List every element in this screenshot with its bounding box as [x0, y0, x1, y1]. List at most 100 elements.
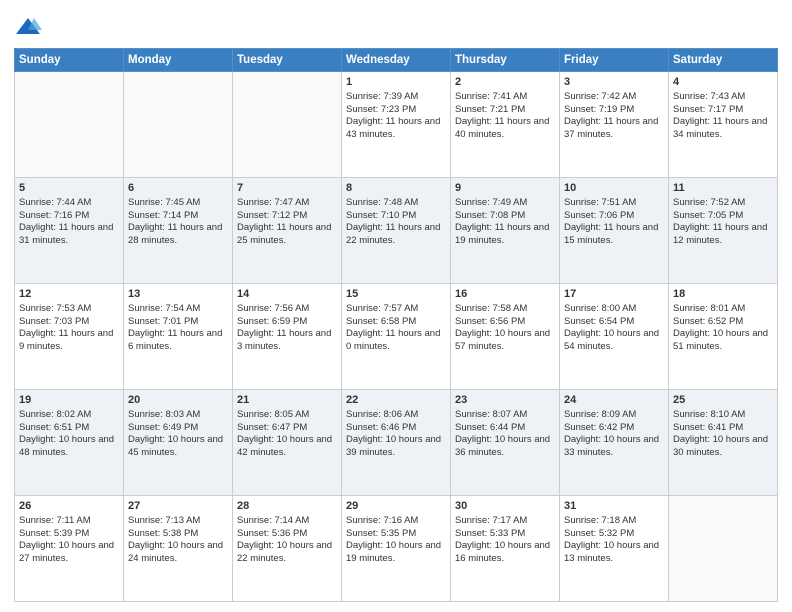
- day-number: 21: [237, 393, 337, 408]
- daylight-text: Daylight: 10 hours and 51 minutes.: [673, 328, 768, 352]
- calendar-cell: 8Sunrise: 7:48 AMSunset: 7:10 PMDaylight…: [342, 178, 451, 284]
- sunset-text: Sunset: 6:49 PM: [128, 422, 198, 433]
- sunset-text: Sunset: 7:05 PM: [673, 210, 743, 221]
- calendar-week-row: 1Sunrise: 7:39 AMSunset: 7:23 PMDaylight…: [15, 72, 778, 178]
- calendar-cell: 18Sunrise: 8:01 AM Sunset: 6:52 PMDayligh…: [669, 284, 778, 390]
- calendar-cell: [124, 72, 233, 178]
- calendar-cell: 9Sunrise: 7:49 AMSunset: 7:08 PMDaylight…: [451, 178, 560, 284]
- daylight-text: Daylight: 10 hours and 39 minutes.: [346, 434, 441, 458]
- day-number: 8: [346, 181, 446, 196]
- daylight-text: Daylight: 11 hours and 0 minutes.: [346, 328, 440, 352]
- day-number: 16: [455, 287, 555, 302]
- sunset-text: Sunset: 6:41 PM: [673, 422, 743, 433]
- daylight-text: Daylight: 10 hours and 45 minutes.: [128, 434, 223, 458]
- calendar-cell: [233, 72, 342, 178]
- sunset-text: Sunset: 5:38 PM: [128, 528, 198, 539]
- calendar-cell: 28Sunrise: 7:14 AMSunset: 5:36 PMDayligh…: [233, 496, 342, 602]
- day-number: 10: [564, 181, 664, 196]
- sunrise-text: Sunrise: 7:18 AM: [564, 515, 636, 526]
- daylight-text: Daylight: 10 hours and 16 minutes.: [455, 540, 550, 564]
- daylight-text: Daylight: 11 hours and 3 minutes.: [237, 328, 331, 352]
- sunset-text: Sunset: 7:16 PM: [19, 210, 89, 221]
- day-number: 19: [19, 393, 119, 408]
- day-number: 7: [237, 181, 337, 196]
- sunrise-text: Sunrise: 7:17 AM: [455, 515, 527, 526]
- daylight-text: Daylight: 11 hours and 28 minutes.: [128, 222, 222, 246]
- daylight-text: Daylight: 10 hours and 30 minutes.: [673, 434, 768, 458]
- daylight-text: Daylight: 11 hours and 31 minutes.: [19, 222, 113, 246]
- daylight-text: Daylight: 10 hours and 48 minutes.: [19, 434, 114, 458]
- calendar-week-row: 26Sunrise: 7:11 AMSunset: 5:39 PMDayligh…: [15, 496, 778, 602]
- page: SundayMondayTuesdayWednesdayThursdayFrid…: [0, 0, 792, 612]
- sunset-text: Sunset: 6:51 PM: [19, 422, 89, 433]
- daylight-text: Daylight: 11 hours and 43 minutes.: [346, 116, 440, 140]
- calendar-cell: 2Sunrise: 7:41 AMSunset: 7:21 PMDaylight…: [451, 72, 560, 178]
- sunset-text: Sunset: 6:42 PM: [564, 422, 634, 433]
- day-number: 22: [346, 393, 446, 408]
- sunrise-text: Sunrise: 8:05 AM: [237, 409, 309, 420]
- calendar-cell: 22Sunrise: 8:06 AMSunset: 6:46 PMDayligh…: [342, 390, 451, 496]
- calendar-cell: 27Sunrise: 7:13 AMSunset: 5:38 PMDayligh…: [124, 496, 233, 602]
- sunset-text: Sunset: 5:35 PM: [346, 528, 416, 539]
- calendar-cell: 12Sunrise: 7:53 AMSunset: 7:03 PMDayligh…: [15, 284, 124, 390]
- sunrise-text: Sunrise: 8:02 AM: [19, 409, 91, 420]
- weekday-header: Friday: [560, 49, 669, 72]
- calendar-cell: 4Sunrise: 7:43 AMSunset: 7:17 PMDaylight…: [669, 72, 778, 178]
- day-number: 17: [564, 287, 664, 302]
- daylight-text: Daylight: 11 hours and 9 minutes.: [19, 328, 113, 352]
- daylight-text: Daylight: 11 hours and 25 minutes.: [237, 222, 331, 246]
- day-number: 18: [673, 287, 773, 302]
- calendar-cell: 19Sunrise: 8:02 AM Sunset: 6:51 PMDayligh…: [15, 390, 124, 496]
- daylight-text: Daylight: 10 hours and 27 minutes.: [19, 540, 114, 564]
- calendar-cell: 13Sunrise: 7:54 AMSunset: 7:01 PMDayligh…: [124, 284, 233, 390]
- sunset-text: Sunset: 6:44 PM: [455, 422, 525, 433]
- sunset-text: Sunset: 6:52 PM: [673, 316, 743, 327]
- calendar-cell: 14Sunrise: 7:56 AMSunset: 6:59 PMDayligh…: [233, 284, 342, 390]
- calendar-cell: 31Sunrise: 7:18 AMSunset: 5:32 PMDayligh…: [560, 496, 669, 602]
- sunrise-text: Sunrise: 7:56 AM: [237, 303, 309, 314]
- daylight-text: Daylight: 10 hours and 19 minutes.: [346, 540, 441, 564]
- sunset-text: Sunset: 7:19 PM: [564, 104, 634, 115]
- day-number: 9: [455, 181, 555, 196]
- sunrise-text: Sunrise: 7:13 AM: [128, 515, 200, 526]
- sunrise-text: Sunrise: 8:01 AM: [673, 303, 745, 314]
- daylight-text: Daylight: 10 hours and 54 minutes.: [564, 328, 659, 352]
- day-number: 29: [346, 499, 446, 514]
- sunset-text: Sunset: 6:54 PM: [564, 316, 634, 327]
- calendar-cell: 17Sunrise: 8:00 AMSunset: 6:54 PMDayligh…: [560, 284, 669, 390]
- day-number: 24: [564, 393, 664, 408]
- logo: [14, 14, 45, 42]
- sunrise-text: Sunrise: 7:45 AM: [128, 197, 200, 208]
- daylight-text: Daylight: 11 hours and 34 minutes.: [673, 116, 767, 140]
- sunrise-text: Sunrise: 7:54 AM: [128, 303, 200, 314]
- day-number: 23: [455, 393, 555, 408]
- sunrise-text: Sunrise: 7:41 AM: [455, 91, 527, 102]
- calendar-cell: 25Sunrise: 8:10 AMSunset: 6:41 PMDayligh…: [669, 390, 778, 496]
- daylight-text: Daylight: 11 hours and 15 minutes.: [564, 222, 658, 246]
- sunset-text: Sunset: 5:36 PM: [237, 528, 307, 539]
- sunrise-text: Sunrise: 7:42 AM: [564, 91, 636, 102]
- calendar-cell: 23Sunrise: 8:07 AMSunset: 6:44 PMDayligh…: [451, 390, 560, 496]
- day-number: 11: [673, 181, 773, 196]
- daylight-text: Daylight: 11 hours and 37 minutes.: [564, 116, 658, 140]
- sunrise-text: Sunrise: 8:10 AM: [673, 409, 745, 420]
- sunrise-text: Sunrise: 7:43 AM: [673, 91, 745, 102]
- sunrise-text: Sunrise: 7:14 AM: [237, 515, 309, 526]
- sunrise-text: Sunrise: 7:11 AM: [19, 515, 91, 526]
- day-number: 28: [237, 499, 337, 514]
- sunset-text: Sunset: 7:08 PM: [455, 210, 525, 221]
- daylight-text: Daylight: 11 hours and 19 minutes.: [455, 222, 549, 246]
- sunset-text: Sunset: 7:14 PM: [128, 210, 198, 221]
- calendar-cell: 29Sunrise: 7:16 AMSunset: 5:35 PMDayligh…: [342, 496, 451, 602]
- day-number: 26: [19, 499, 119, 514]
- daylight-text: Daylight: 10 hours and 36 minutes.: [455, 434, 550, 458]
- sunrise-text: Sunrise: 7:51 AM: [564, 197, 636, 208]
- weekday-header: Saturday: [669, 49, 778, 72]
- sunset-text: Sunset: 6:58 PM: [346, 316, 416, 327]
- day-number: 4: [673, 75, 773, 90]
- calendar-cell: 1Sunrise: 7:39 AMSunset: 7:23 PMDaylight…: [342, 72, 451, 178]
- calendar-cell: 7Sunrise: 7:47 AMSunset: 7:12 PMDaylight…: [233, 178, 342, 284]
- sunset-text: Sunset: 7:10 PM: [346, 210, 416, 221]
- sunset-text: Sunset: 7:23 PM: [346, 104, 416, 115]
- header: [14, 10, 778, 42]
